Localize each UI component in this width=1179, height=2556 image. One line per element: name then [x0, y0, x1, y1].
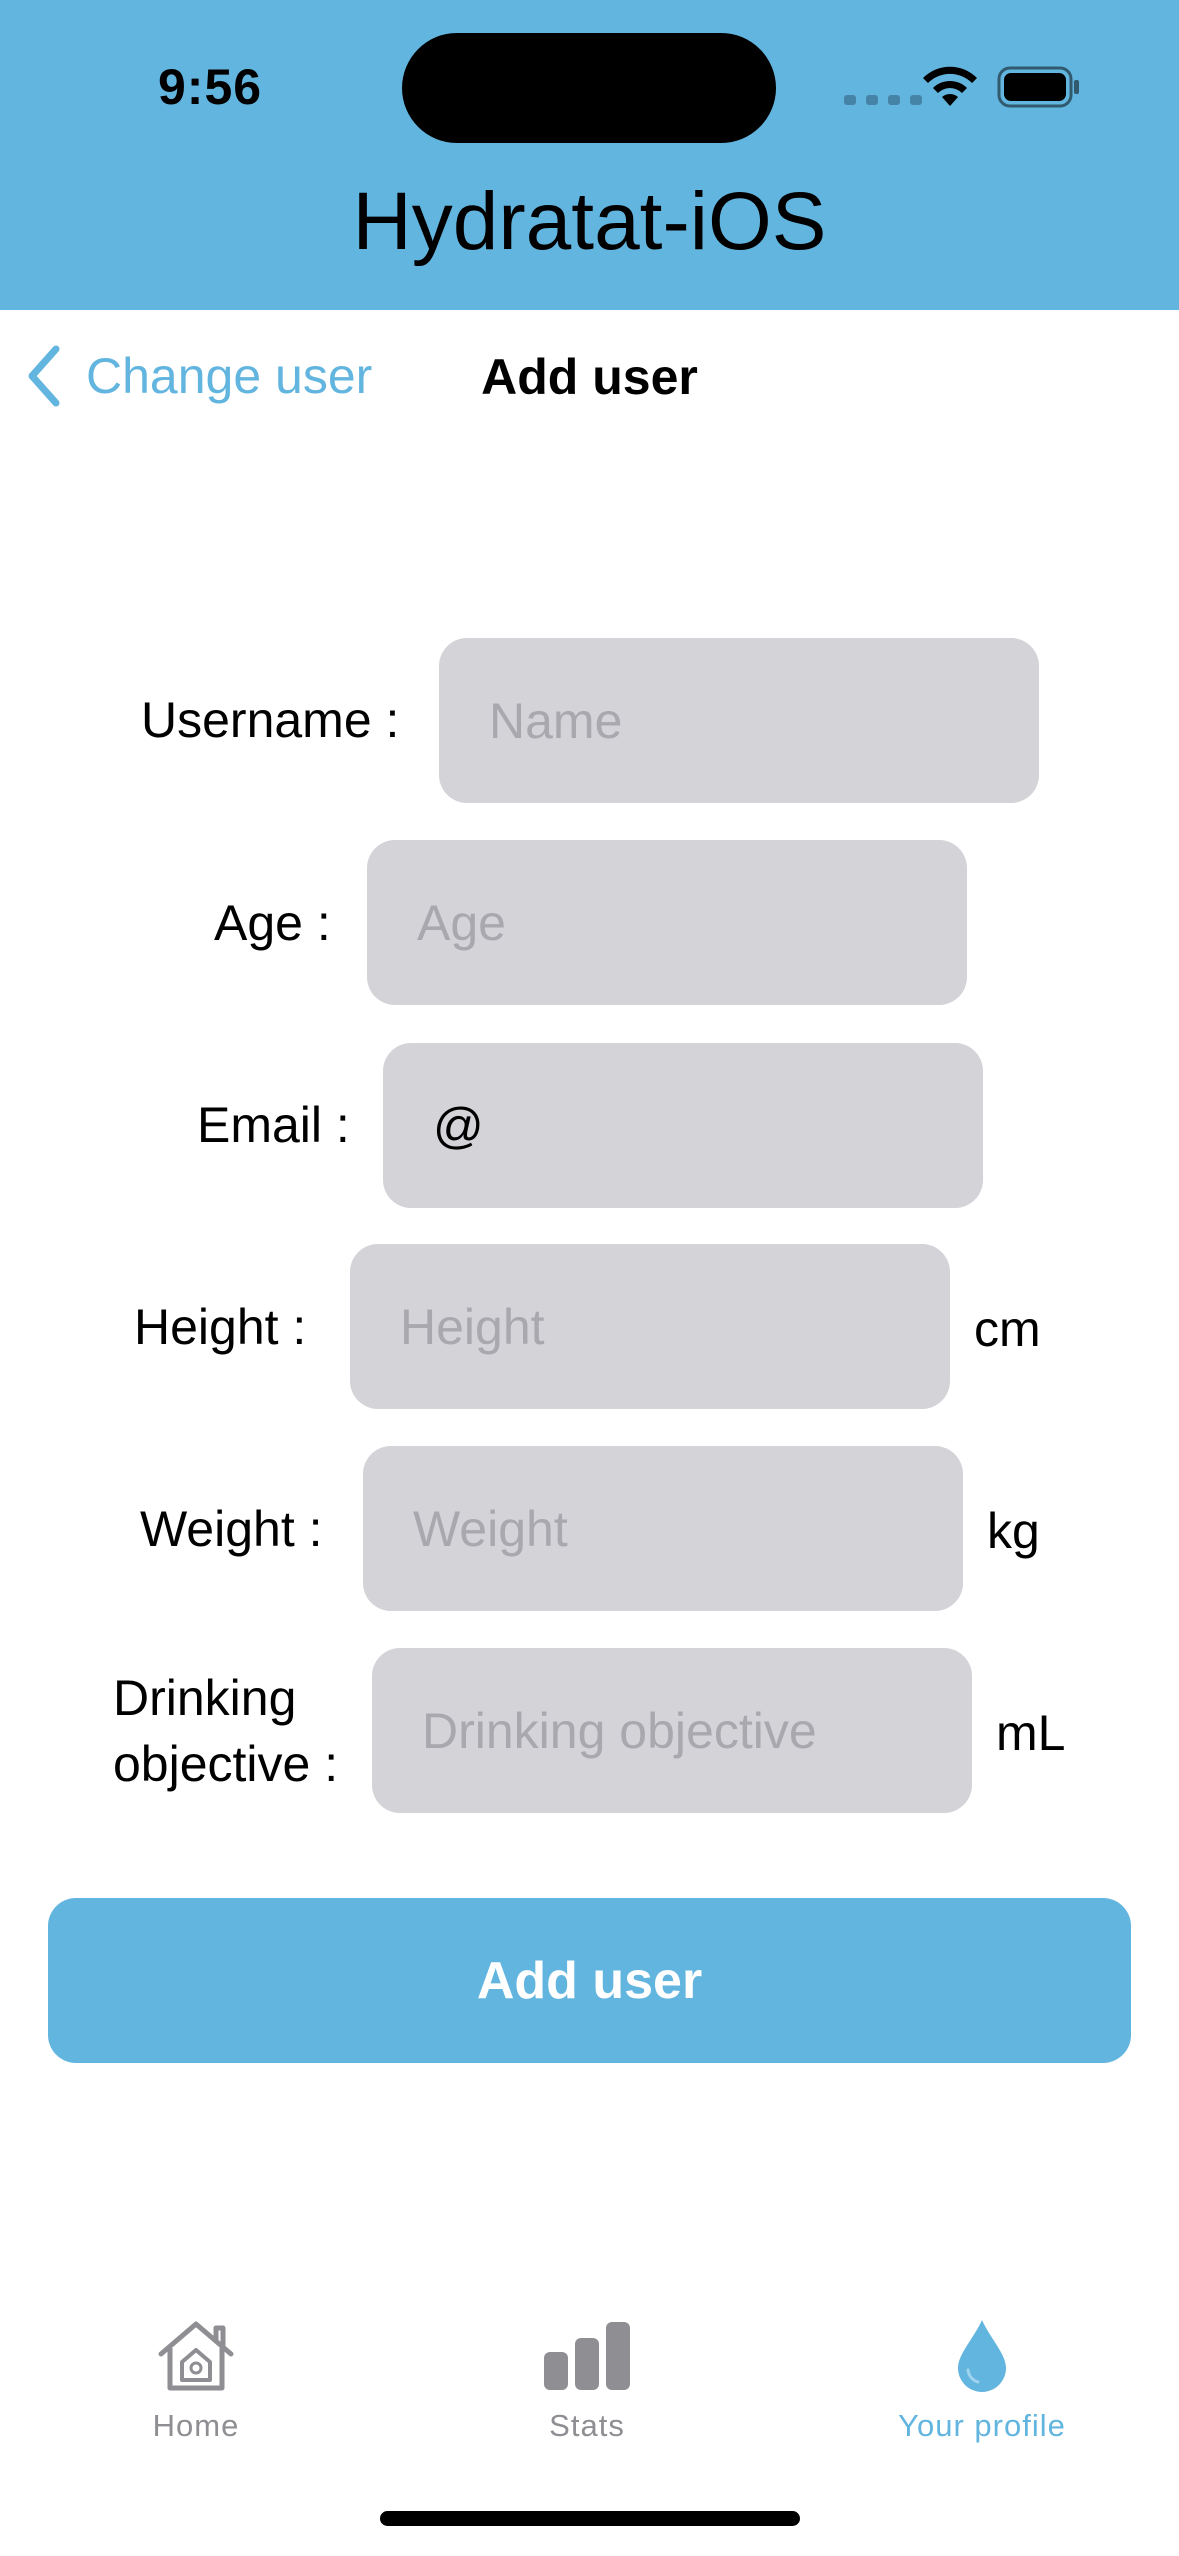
objective-unit: mL — [996, 1705, 1066, 1761]
tab-stats-label: Stats — [549, 2408, 625, 2443]
username-input[interactable]: Name — [439, 638, 1039, 803]
drinking-objective-input[interactable]: Drinking objective — [372, 1648, 972, 1813]
wifi-icon — [923, 66, 977, 106]
age-input[interactable]: Age — [367, 840, 967, 1005]
house-icon — [158, 2321, 234, 2391]
home-indicator — [380, 2511, 800, 2526]
email-label: Email : — [197, 1097, 350, 1153]
bar-chart-icon — [544, 2322, 630, 2390]
tab-home[interactable]: Home — [66, 2318, 326, 2444]
app-title: Hydratat-iOS — [352, 176, 827, 267]
status-time: 9:56 — [158, 59, 263, 115]
age-label: Age : — [214, 895, 331, 951]
add-user-button[interactable]: Add user — [48, 1898, 1131, 2063]
dynamic-island — [402, 33, 776, 143]
height-input[interactable]: Height — [350, 1244, 950, 1409]
objective-label-line1: Drinking — [113, 1670, 297, 1726]
weight-unit: kg — [987, 1503, 1040, 1559]
weight-input[interactable]: Weight — [363, 1446, 963, 1611]
username-label: Username : — [141, 692, 400, 748]
height-label: Height : — [134, 1299, 307, 1355]
app-header: 9:56 Hydratat-iOS — [0, 0, 1179, 310]
objective-label-line2: objective : — [113, 1736, 339, 1792]
weight-label: Weight : — [140, 1501, 323, 1557]
tab-your-profile-label: Your profile — [898, 2408, 1066, 2443]
tab-stats[interactable]: Stats — [457, 2318, 717, 2444]
email-input[interactable]: @ — [383, 1043, 983, 1208]
page-title: Add user — [481, 349, 698, 405]
cellular-signal-icon — [844, 95, 922, 105]
tab-home-label: Home — [152, 2408, 240, 2443]
tab-your-profile[interactable]: Your profile — [852, 2318, 1112, 2444]
battery-icon — [997, 66, 1079, 108]
height-unit: cm — [974, 1301, 1041, 1357]
drop-icon — [958, 2320, 1006, 2392]
